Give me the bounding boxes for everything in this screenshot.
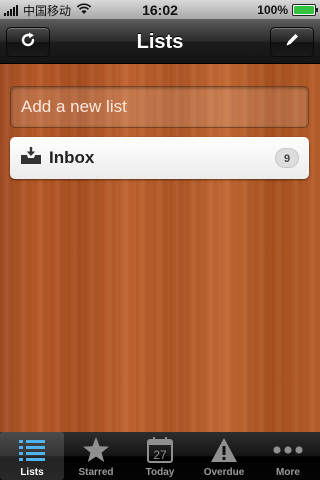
tab-bar: Lists Starred 27 Today Overdue More: [0, 432, 320, 480]
edit-button[interactable]: [270, 27, 314, 57]
status-bar-right: 100%: [257, 2, 318, 18]
battery-icon: [292, 4, 318, 16]
calendar-icon: 27: [128, 436, 192, 464]
tab-label: Starred: [78, 467, 114, 478]
new-list-input[interactable]: [21, 87, 298, 127]
tab-label: Overdue: [203, 467, 245, 478]
new-list-field[interactable]: [10, 86, 309, 128]
more-dots-icon: [256, 436, 320, 464]
tab-starred[interactable]: Starred: [64, 432, 128, 480]
battery-percent: 100%: [257, 3, 288, 17]
tab-label: Lists: [20, 467, 44, 478]
refresh-icon: [19, 31, 37, 54]
tab-overdue[interactable]: Overdue: [192, 432, 256, 480]
inbox-tray-icon: [20, 146, 42, 170]
task-count-badge: 9: [275, 148, 299, 168]
tab-more[interactable]: More: [256, 432, 320, 480]
battery-fill: [294, 6, 314, 14]
lists-content: Inbox 9: [0, 64, 320, 432]
tab-today[interactable]: 27 Today: [128, 432, 192, 480]
tab-label: More: [276, 467, 300, 478]
list-icon: [0, 436, 64, 464]
warning-icon: [192, 436, 256, 464]
status-bar: 中国移动 16:02 100%: [0, 0, 320, 20]
navigation-bar: Lists: [0, 20, 320, 64]
list-item-inbox[interactable]: Inbox 9: [10, 137, 309, 179]
tab-label: Today: [145, 467, 175, 478]
pencil-icon: [284, 32, 300, 53]
calendar-date: 27: [153, 448, 167, 462]
tab-lists[interactable]: Lists: [0, 432, 64, 480]
refresh-button[interactable]: [6, 27, 50, 57]
page-title: Lists: [136, 31, 184, 53]
star-icon: [64, 436, 128, 464]
list-item-label: Inbox: [49, 148, 95, 167]
